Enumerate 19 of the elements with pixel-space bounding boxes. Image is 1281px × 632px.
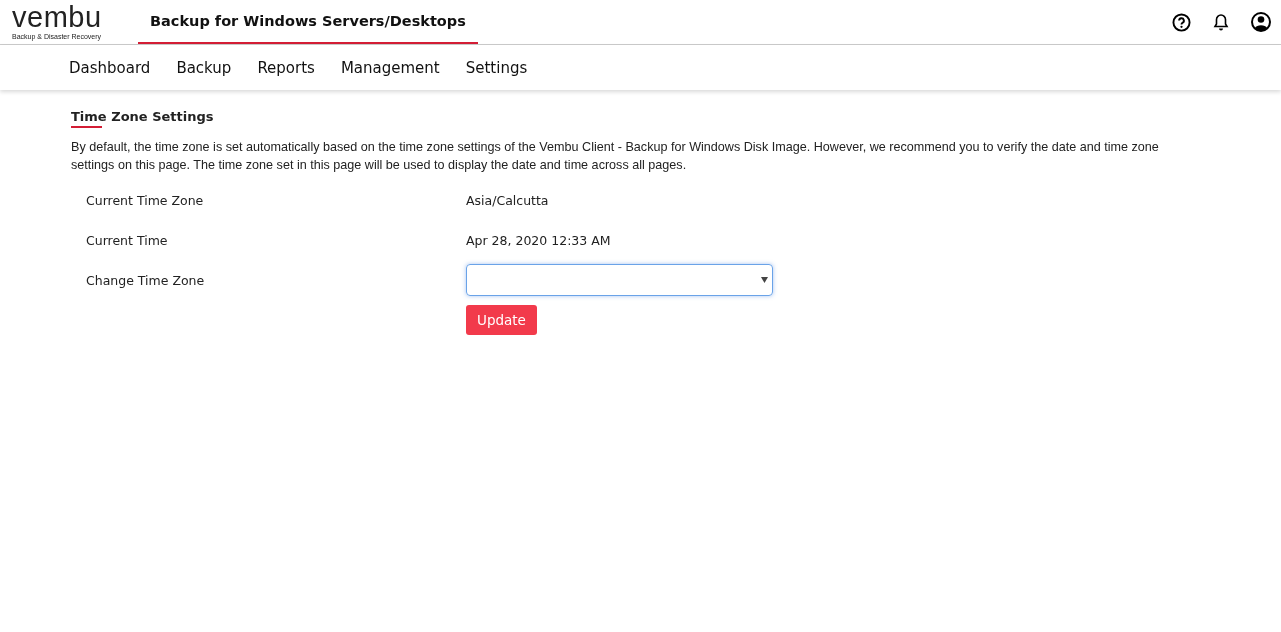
logo-wordmark: vembu (12, 2, 103, 32)
field-value: Apr 28, 2020 12:33 AM (466, 232, 611, 248)
nav-tab[interactable]: Backup (165, 45, 243, 90)
help-icon[interactable] (1172, 12, 1191, 32)
user-avatar-icon[interactable] (1251, 12, 1271, 32)
product-tab[interactable]: Backup for Windows Servers/Desktops (138, 0, 478, 44)
nav-tab[interactable]: Dashboard (58, 45, 162, 90)
notification-bell-icon[interactable] (1213, 13, 1229, 31)
field-value: Asia/Calcutta (466, 192, 549, 208)
dropdown-caret-icon (761, 277, 768, 283)
field-label: Current Time (86, 232, 169, 248)
nav-tab[interactable]: Settings (454, 45, 539, 90)
field-label: Current Time Zone (86, 192, 205, 208)
time-zone-dropdown[interactable] (466, 264, 773, 296)
nav-tab[interactable]: Reports (246, 45, 326, 90)
update-button[interactable]: Update (466, 305, 537, 335)
section-description: By default, the time zone is set automatically based on the time zone settings of the Vembu Client - Backup for Windows Disk Image. However, we recommend you to verify the date and time zone settings on this page. The time zone set in this page will be used to display the date and time across all pages. (71, 139, 1160, 174)
field-label: Change Time Zone (86, 272, 206, 288)
nav-tab[interactable]: Management (329, 45, 451, 90)
